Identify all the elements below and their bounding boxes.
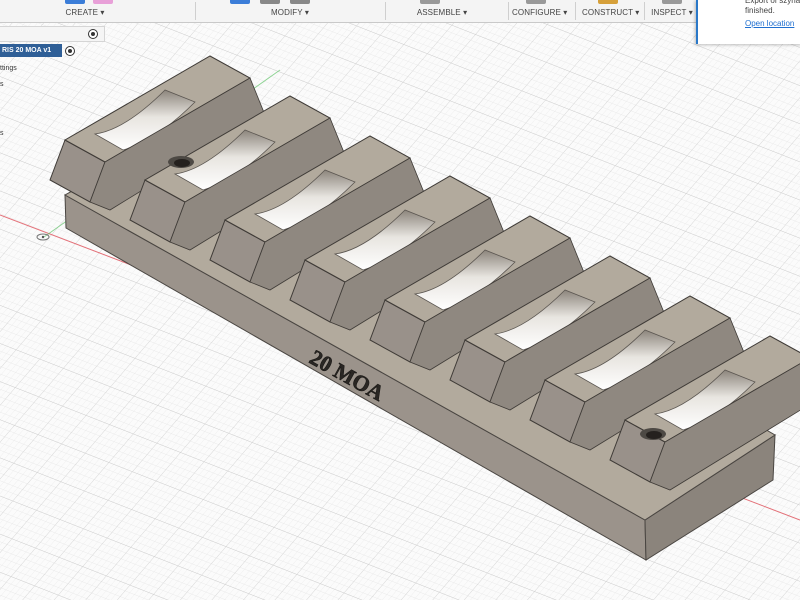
create-menu[interactable]: CREATE ▾ xyxy=(55,0,115,22)
browser-header[interactable] xyxy=(0,26,105,42)
browser-panel: RIS 20 MOA v1 ttings s s xyxy=(0,44,80,148)
toolbar-divider xyxy=(575,2,576,20)
browser-collapse-icon[interactable] xyxy=(88,29,98,39)
joint-icon xyxy=(420,0,440,4)
assemble-label: ASSEMBLE ▾ xyxy=(416,8,468,17)
document-active-radio-icon[interactable] xyxy=(65,46,75,56)
browser-document-item[interactable]: RIS 20 MOA v1 xyxy=(0,44,62,57)
configure-label: CONFIGURE ▾ xyxy=(512,8,568,17)
toolbar-divider xyxy=(508,2,509,20)
plane-icon xyxy=(598,0,618,4)
mounting-hole xyxy=(168,156,194,168)
create-label: CREATE ▾ xyxy=(65,8,105,17)
toolbar: CREATE ▾ MODIFY ▾ ASSEMBLE ▾ CONFIGURE ▾… xyxy=(0,0,700,23)
notification-message: Export of szyna finished. xyxy=(745,0,800,15)
browser-item-settings[interactable]: ttings xyxy=(0,65,17,72)
construct-label: CONSTRUCT ▾ xyxy=(582,8,640,17)
form-icon xyxy=(93,0,113,4)
sketch-icon xyxy=(65,0,85,4)
configure-menu[interactable]: CONFIGURE ▾ xyxy=(512,0,568,22)
modify-menu[interactable]: MODIFY ▾ xyxy=(230,0,350,22)
fillet-icon xyxy=(260,0,280,4)
browser-item[interactable]: s xyxy=(0,81,4,88)
configure-icon xyxy=(526,0,546,4)
measure-icon xyxy=(662,0,682,4)
press-pull-icon xyxy=(230,0,250,4)
export-notification: Export of szyna finished. Open location xyxy=(696,0,800,44)
assemble-menu[interactable]: ASSEMBLE ▾ xyxy=(410,0,474,22)
open-location-link[interactable]: Open location xyxy=(745,19,794,28)
inspect-label: INSPECT ▾ xyxy=(651,8,693,17)
shell-icon xyxy=(290,0,310,4)
inspect-menu[interactable]: INSPECT ▾ xyxy=(650,0,694,22)
toolbar-divider xyxy=(644,2,645,20)
mounting-hole xyxy=(640,428,666,440)
design-viewport[interactable]: 20 MOA xyxy=(0,0,800,600)
browser-item[interactable]: s xyxy=(0,130,4,137)
toolbar-divider xyxy=(195,2,196,20)
toolbar-divider xyxy=(385,2,386,20)
construct-menu[interactable]: CONSTRUCT ▾ xyxy=(582,0,640,22)
modify-label: MODIFY ▾ xyxy=(270,8,309,17)
